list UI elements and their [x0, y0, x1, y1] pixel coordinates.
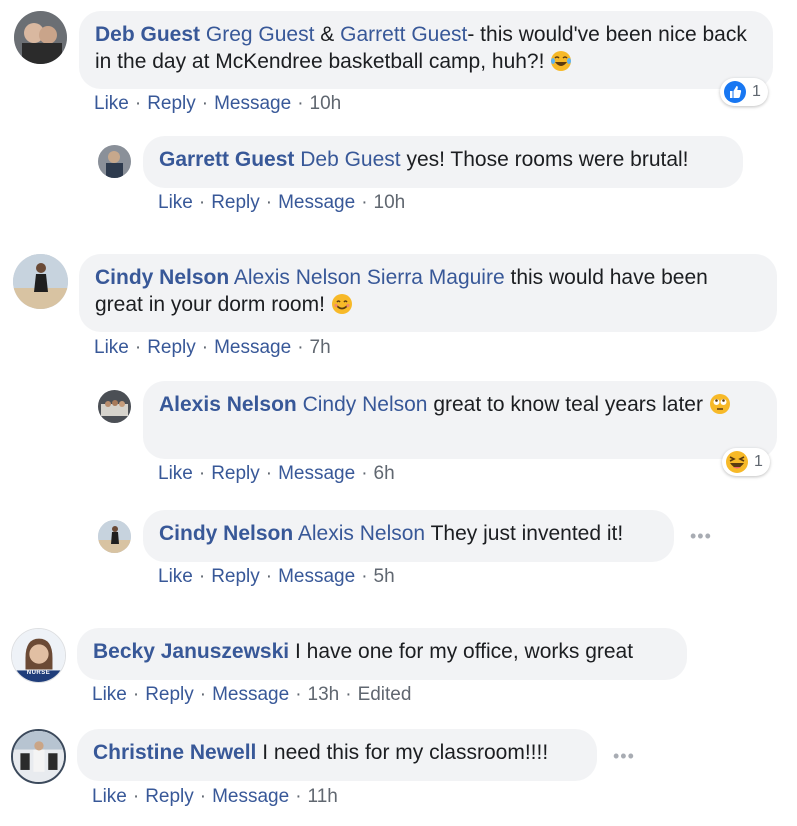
reply-link[interactable]: Reply	[147, 337, 196, 358]
reply-link[interactable]: Reply	[211, 463, 260, 484]
haha-icon	[725, 450, 749, 474]
comment-actions: Like · Reply · Message · 7h	[94, 337, 331, 358]
comment-author[interactable]: Cindy Nelson	[95, 266, 229, 289]
like-link[interactable]: Like	[92, 684, 127, 705]
like-link[interactable]: Like	[92, 786, 127, 807]
like-link[interactable]: Like	[158, 566, 193, 587]
comment-actions: Like · Reply · Message · 13h · Edited	[92, 684, 412, 705]
like-link[interactable]: Like	[158, 192, 193, 213]
comment-bubble: Garrett Guest Deb Guest yes! Those rooms…	[143, 136, 743, 188]
mention-separator: &	[320, 23, 335, 46]
like-icon	[723, 80, 747, 104]
comment-text: I need this for my classroom!!!!	[262, 741, 549, 764]
reaction-count: 1	[752, 83, 761, 100]
avatar-badge-text: NURSE	[26, 670, 51, 676]
message-link[interactable]: Message	[278, 463, 355, 484]
edited-label[interactable]: Edited	[358, 684, 412, 705]
comment-bubble: Becky Januszewski I have one for my offi…	[77, 628, 687, 680]
avatar[interactable]	[98, 145, 131, 178]
message-link[interactable]: Message	[214, 337, 291, 358]
reply-link[interactable]: Reply	[145, 684, 194, 705]
comment-bubble: Cindy Nelson Alexis Nelson They just inv…	[143, 510, 674, 562]
comment-text: yes! Those rooms were brutal!	[406, 148, 689, 171]
comment-actions: Like · Reply · Message · 5h	[158, 566, 395, 587]
comment-bubble: Cindy Nelson Alexis Nelson Sierra Maguir…	[79, 254, 777, 332]
timestamp[interactable]: 10h	[310, 93, 342, 114]
like-link[interactable]: Like	[94, 93, 129, 114]
timestamp[interactable]: 6h	[374, 463, 395, 484]
rolling-eyes-emoji-icon	[709, 393, 731, 415]
message-link[interactable]: Message	[212, 786, 289, 807]
timestamp[interactable]: 13h	[308, 684, 340, 705]
comment-bubble: Christine Newell I need this for my clas…	[77, 729, 597, 781]
like-link[interactable]: Like	[94, 337, 129, 358]
timestamp[interactable]: 11h	[308, 786, 338, 807]
reaction-count-badge[interactable]: 1	[720, 78, 768, 106]
mention-link[interactable]: Deb Guest	[300, 148, 400, 171]
comment-actions: Like · Reply · Message · 6h	[158, 463, 395, 484]
comment-text: I have one for my office, works great	[294, 640, 634, 663]
like-link[interactable]: Like	[158, 463, 193, 484]
avatar[interactable]	[98, 390, 131, 423]
avatar[interactable]	[11, 729, 66, 784]
reaction-count-badge[interactable]: 1	[722, 448, 770, 476]
avatar[interactable]	[14, 11, 67, 64]
comment-author[interactable]: Alexis Nelson	[159, 393, 297, 416]
avatar[interactable]	[13, 254, 68, 309]
message-link[interactable]: Message	[278, 192, 355, 213]
comment-author[interactable]: Cindy Nelson	[159, 522, 293, 545]
smiling-face-emoji-icon	[331, 293, 353, 315]
tears-of-joy-emoji-icon	[550, 50, 572, 72]
mention-link[interactable]: Greg Guest	[206, 23, 315, 46]
message-link[interactable]: Message	[278, 566, 355, 587]
comment-actions: Like · Reply · Message · 11h	[92, 786, 338, 807]
timestamp[interactable]: 10h	[374, 192, 406, 213]
message-link[interactable]: Message	[214, 93, 291, 114]
avatar[interactable]: NURSE	[11, 628, 66, 683]
reply-link[interactable]: Reply	[211, 566, 260, 587]
message-link[interactable]: Message	[212, 684, 289, 705]
mention-link[interactable]: Alexis Nelson	[298, 522, 425, 545]
reply-link[interactable]: Reply	[145, 786, 194, 807]
mention-link[interactable]: Cindy Nelson	[303, 393, 428, 416]
comment-author[interactable]: Deb Guest	[95, 23, 200, 46]
comment-bubble: Alexis Nelson Cindy Nelson great to know…	[143, 381, 777, 459]
comment-actions: Like · Reply · Message · 10h	[94, 93, 342, 114]
comment-text: great to know teal years later	[433, 393, 703, 416]
mention-link[interactable]: Alexis Nelson Sierra Maguire	[234, 266, 505, 289]
more-options-icon[interactable]: •••	[690, 526, 712, 547]
reaction-count: 1	[754, 453, 763, 470]
comment-bubble: Deb Guest Greg Guest & Garrett Guest- th…	[79, 11, 773, 89]
comment-author[interactable]: Christine Newell	[93, 741, 256, 764]
avatar[interactable]	[98, 520, 131, 553]
reply-link[interactable]: Reply	[147, 93, 196, 114]
comment-actions: Like · Reply · Message · 10h	[158, 192, 406, 213]
comment-text: They just invented it!	[430, 522, 624, 545]
timestamp[interactable]: 5h	[374, 566, 395, 587]
more-options-icon[interactable]: •••	[613, 746, 635, 767]
reply-link[interactable]: Reply	[211, 192, 260, 213]
timestamp[interactable]: 7h	[310, 337, 331, 358]
mention-link[interactable]: Garrett Guest	[340, 23, 467, 46]
comment-author[interactable]: Garrett Guest	[159, 148, 294, 171]
comment-author[interactable]: Becky Januszewski	[93, 640, 289, 663]
